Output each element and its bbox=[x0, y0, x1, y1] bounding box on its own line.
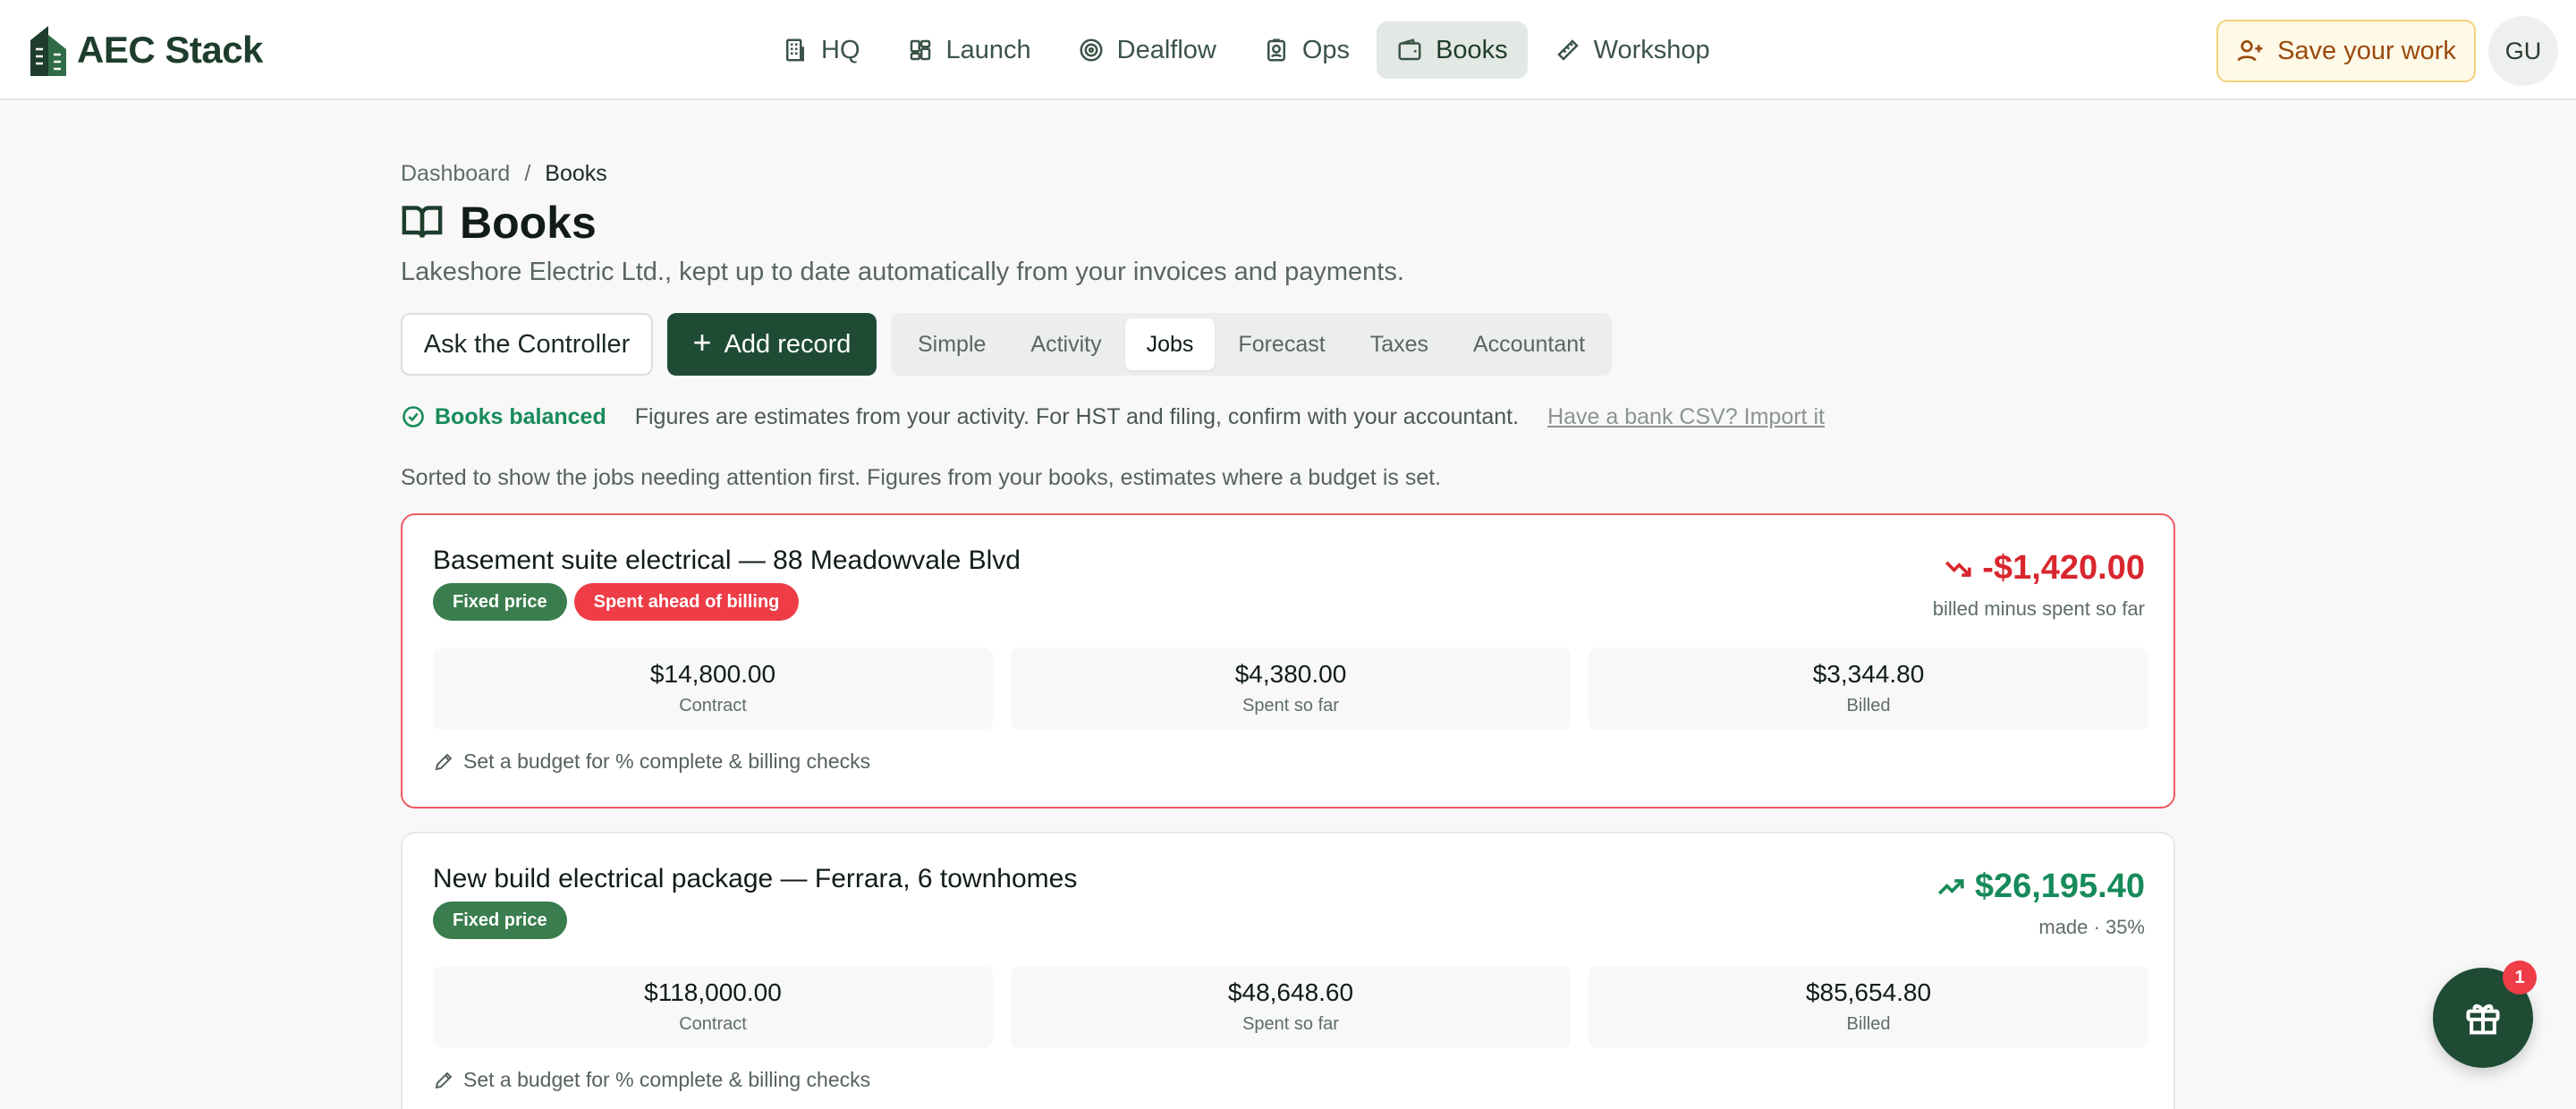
ask-controller-button[interactable]: Ask the Controller bbox=[401, 313, 653, 376]
stat-billed: $3,344.80 Billed bbox=[1589, 648, 2148, 730]
job-margin-amount: -$1,420.00 bbox=[1943, 549, 2145, 588]
nav-item-label: Launch bbox=[945, 35, 1031, 64]
stat-label: Billed bbox=[1846, 1014, 1891, 1034]
add-record-button[interactable]: + Add record bbox=[667, 313, 877, 376]
nav-item-hq[interactable]: HQ bbox=[762, 21, 880, 79]
stat-value: $85,654.80 bbox=[1805, 978, 1932, 1006]
notification-badge: 1 bbox=[2503, 961, 2537, 995]
books-balanced-status: Books balanced bbox=[401, 404, 606, 430]
tab-accountant[interactable]: Accountant bbox=[1452, 318, 1606, 370]
save-your-work-button[interactable]: Save your work bbox=[2216, 20, 2476, 82]
main-nav: HQ Launch Dealflow Ops Books Workshop bbox=[762, 21, 1730, 79]
user-avatar[interactable]: GU bbox=[2488, 16, 2558, 86]
stat-label: Spent so far bbox=[1242, 1014, 1339, 1034]
set-budget-label: Set a budget for % complete & billing ch… bbox=[463, 1068, 871, 1091]
gift-icon bbox=[2466, 1003, 2500, 1035]
target-icon bbox=[1080, 38, 1103, 62]
sort-note: Sorted to show the jobs needing attentio… bbox=[401, 465, 1442, 490]
user-plus-icon bbox=[2237, 40, 2263, 62]
stat-value: $3,344.80 bbox=[1812, 660, 1925, 688]
breadcrumb-dashboard[interactable]: Dashboard bbox=[401, 161, 510, 187]
stat-billed: $85,654.80 Billed bbox=[1589, 966, 2148, 1048]
nav-item-label: Books bbox=[1436, 35, 1508, 64]
job-title: Basement suite electrical — 88 Meadowval… bbox=[433, 546, 1021, 575]
page-title: Books bbox=[401, 197, 597, 249]
estimate-note: Figures are estimates from your activity… bbox=[634, 403, 1520, 429]
nav-item-launch[interactable]: Launch bbox=[887, 21, 1051, 79]
nav-item-label: Workshop bbox=[1593, 35, 1710, 64]
pencil-icon bbox=[435, 1071, 453, 1088]
id-badge-icon bbox=[1267, 38, 1285, 62]
add-record-label: Add record bbox=[724, 329, 852, 359]
job-margin-value: $26,195.40 bbox=[1974, 868, 2145, 905]
job-title: New build electrical package — Ferrara, … bbox=[433, 864, 1078, 893]
stat-value: $118,000.00 bbox=[644, 978, 782, 1006]
stat-value: $4,380.00 bbox=[1234, 660, 1347, 688]
stat-label: Billed bbox=[1846, 696, 1891, 715]
job-margin-amount: $26,195.40 bbox=[1936, 868, 2145, 906]
import-csv-link[interactable]: Have a bank CSV? Import it bbox=[1547, 404, 1825, 430]
stat-label: Contract bbox=[679, 696, 747, 715]
check-circle-icon bbox=[402, 406, 424, 428]
fixed-price-badge: Fixed price bbox=[433, 583, 567, 621]
stat-spent: $4,380.00 Spent so far bbox=[1011, 648, 1571, 730]
nav-item-dealflow[interactable]: Dealflow bbox=[1058, 21, 1236, 79]
job-margin-value: -$1,420.00 bbox=[1982, 549, 2145, 587]
job-margin-caption: made · 35% bbox=[2038, 916, 2145, 938]
nav-item-books[interactable]: Books bbox=[1377, 21, 1528, 79]
actions-row: Ask the Controller + Add record Simple A… bbox=[401, 313, 1613, 376]
stat-value: $14,800.00 bbox=[649, 660, 776, 688]
set-budget-label: Set a budget for % complete & billing ch… bbox=[463, 749, 871, 773]
trending-up-icon bbox=[1937, 878, 1964, 894]
breadcrumb-current: Books bbox=[545, 161, 607, 186]
stat-contract: $118,000.00 Contract bbox=[433, 966, 993, 1048]
logo-mark-icon bbox=[30, 26, 66, 76]
stat-label: Spent so far bbox=[1242, 696, 1339, 715]
save-button-label: Save your work bbox=[2277, 36, 2456, 65]
fixed-price-badge: Fixed price bbox=[433, 902, 567, 939]
tab-jobs[interactable]: Jobs bbox=[1124, 318, 1216, 370]
nav-item-label: Ops bbox=[1301, 35, 1351, 64]
tab-activity[interactable]: Activity bbox=[1009, 318, 1123, 370]
page-subtitle: Lakeshore Electric Ltd., kept up to date… bbox=[401, 258, 1404, 286]
balanced-label: Books balanced bbox=[435, 403, 606, 429]
app-logo[interactable]: AEC Stack bbox=[27, 21, 263, 79]
nav-item-label: Dealflow bbox=[1116, 35, 1216, 64]
page-heading: Books bbox=[460, 198, 597, 248]
stat-label: Contract bbox=[679, 1014, 747, 1034]
stat-contract: $14,800.00 Contract bbox=[433, 648, 993, 730]
stat-value: $48,648.60 bbox=[1227, 978, 1354, 1006]
job-card[interactable]: Basement suite electrical — 88 Meadowval… bbox=[401, 513, 2175, 808]
trending-down-icon bbox=[1945, 561, 1971, 577]
top-navigation-bar: AEC Stack HQ Launch Dealflow Ops Books W… bbox=[0, 0, 2576, 100]
stat-spent: $48,648.60 Spent so far bbox=[1011, 966, 1571, 1048]
plus-icon: + bbox=[692, 324, 712, 360]
tab-forecast[interactable]: Forecast bbox=[1216, 318, 1346, 370]
job-margin-caption: billed minus spent so far bbox=[1932, 597, 2145, 620]
job-stats: $118,000.00 Contract $48,648.60 Spent so… bbox=[433, 966, 2148, 1048]
app-name: AEC Stack bbox=[77, 29, 263, 71]
open-book-icon bbox=[402, 206, 443, 238]
nav-item-label: HQ bbox=[821, 35, 860, 64]
nav-item-ops[interactable]: Ops bbox=[1243, 21, 1369, 79]
nav-item-workshop[interactable]: Workshop bbox=[1535, 21, 1730, 79]
books-tabs: Simple Activity Jobs Forecast Taxes Acco… bbox=[891, 313, 1613, 376]
job-badges: Fixed price bbox=[433, 902, 567, 939]
tab-taxes[interactable]: Taxes bbox=[1349, 318, 1450, 370]
breadcrumb: Dashboard / Books bbox=[401, 161, 607, 187]
wallet-icon bbox=[1398, 38, 1421, 61]
set-budget-link[interactable]: Set a budget for % complete & billing ch… bbox=[433, 1068, 870, 1092]
spent-ahead-badge: Spent ahead of billing bbox=[573, 583, 800, 621]
status-row: Books balanced Figures are estimates fro… bbox=[401, 399, 1825, 435]
breadcrumb-separator: / bbox=[524, 161, 531, 186]
ruler-icon bbox=[1556, 39, 1579, 61]
job-stats: $14,800.00 Contract $4,380.00 Spent so f… bbox=[433, 648, 2148, 730]
set-budget-link[interactable]: Set a budget for % complete & billing ch… bbox=[433, 749, 870, 774]
pencil-icon bbox=[435, 753, 453, 770]
job-card[interactable]: New build electrical package — Ferrara, … bbox=[401, 832, 2175, 1109]
building-icon bbox=[786, 38, 804, 62]
job-badges: Fixed price Spent ahead of billing bbox=[433, 583, 800, 621]
tab-simple[interactable]: Simple bbox=[896, 318, 1007, 370]
grid-icon bbox=[910, 39, 930, 61]
